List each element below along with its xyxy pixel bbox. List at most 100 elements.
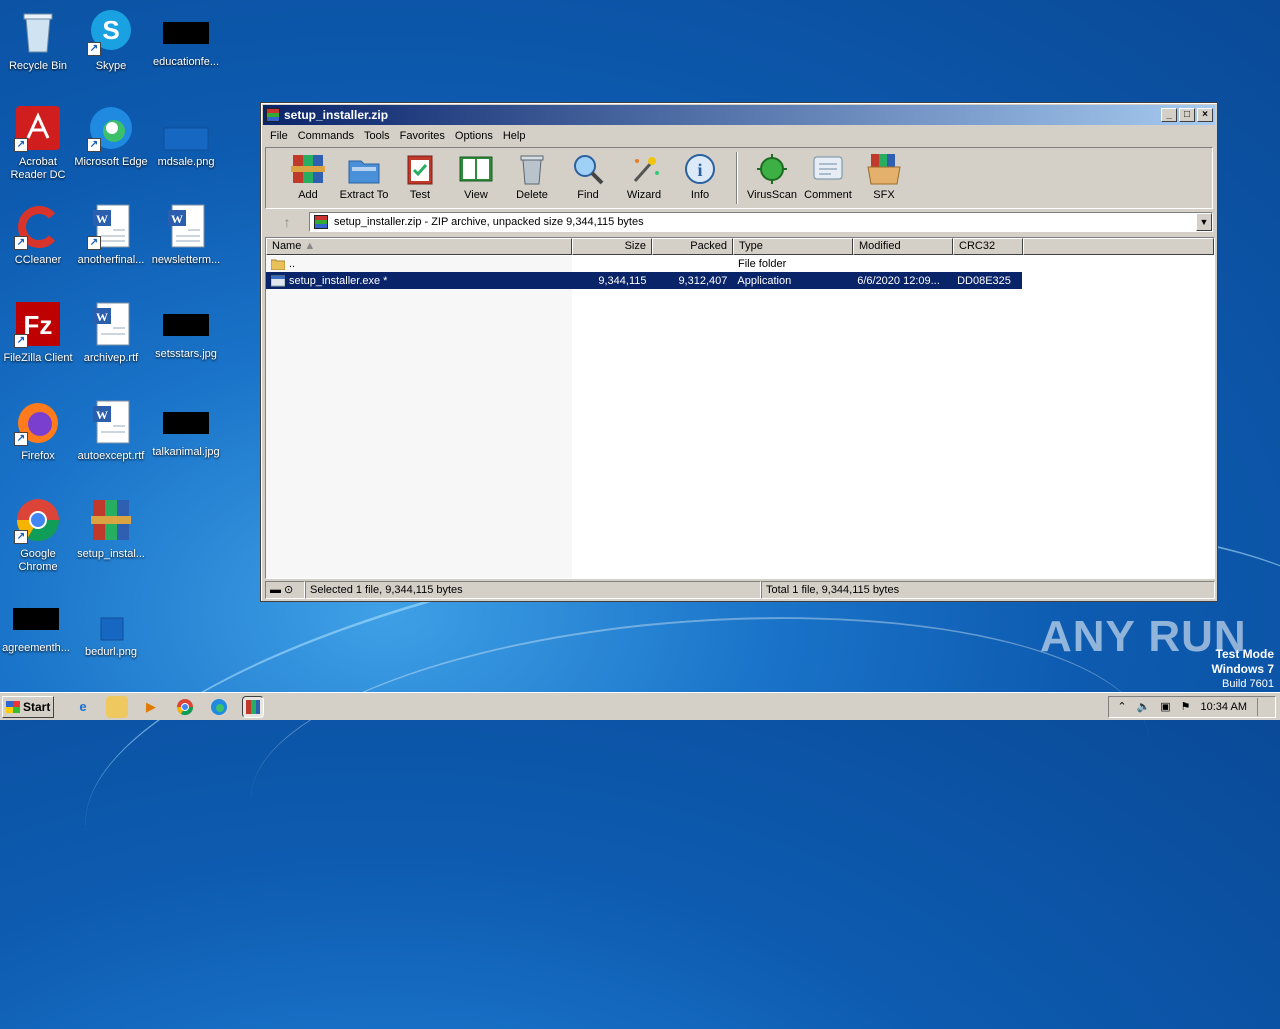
desktop-icon-edge[interactable]: ↗ Microsoft Edge — [73, 104, 149, 169]
edge-taskbar-icon[interactable] — [208, 696, 230, 718]
action-center-flag-icon[interactable]: ⚑ — [1181, 700, 1191, 713]
book-icon — [459, 153, 493, 185]
view-button[interactable]: View — [448, 148, 504, 201]
skype-icon: S ↗ — [87, 8, 135, 56]
desktop-icon-agreementh[interactable]: agreementh... — [0, 594, 74, 655]
column-header-type[interactable]: Type — [733, 238, 853, 255]
svg-text:W: W — [171, 212, 183, 226]
window-title: setup_installer.zip — [284, 108, 389, 122]
test-button[interactable]: Test — [392, 148, 448, 201]
folder-extract-icon — [347, 153, 381, 185]
desktop-icon-bedurl[interactable]: bedurl.png — [73, 594, 149, 659]
svg-text:W: W — [96, 408, 108, 422]
network-icon[interactable]: ▣ — [1160, 700, 1170, 713]
magic-wand-icon — [627, 153, 661, 185]
file-list[interactable]: Name ▲ Size Packed Type Modified CRC32 .… — [265, 237, 1215, 579]
desktop-icon-mdsale[interactable]: mdsale.png — [148, 104, 224, 169]
filezilla-icon: Fz ↗ — [14, 300, 62, 348]
clock[interactable]: 10:34 AM — [1201, 701, 1247, 713]
menu-tools[interactable]: Tools — [359, 130, 395, 142]
sfx-button[interactable]: SFX — [856, 148, 912, 201]
ccleaner-icon: ↗ — [14, 202, 62, 250]
magnifier-icon — [571, 153, 605, 185]
file-thumbnail-icon — [163, 22, 209, 44]
winrar-taskbar-icon[interactable] — [242, 695, 264, 718]
desktop-icon-setsstars[interactable]: setsstars.jpg — [148, 300, 224, 361]
sort-ascending-icon: ▲ — [304, 240, 316, 252]
add-icon — [291, 153, 325, 185]
chrome-taskbar-icon[interactable] — [174, 696, 196, 718]
zip-archive-icon — [314, 215, 328, 229]
sfx-box-icon — [867, 153, 901, 185]
media-player-icon[interactable]: ▶ — [140, 696, 162, 718]
desktop-icon-firefox[interactable]: ↗ Firefox — [0, 398, 76, 463]
column-header-size[interactable]: Size — [572, 238, 652, 255]
drive-icon[interactable]: ▬ ⊙ — [265, 581, 305, 599]
desktop-icon-newsletterm[interactable]: W newsletterm... — [148, 202, 224, 267]
table-row-selected[interactable]: setup_installer.exe * 9,344,115 9,312,40… — [266, 272, 1022, 289]
title-bar[interactable]: setup_installer.zip _ □ × — [263, 105, 1215, 125]
virusscan-button[interactable]: VirusScan — [744, 148, 800, 201]
close-button[interactable]: × — [1197, 108, 1213, 122]
menu-options[interactable]: Options — [450, 130, 498, 142]
info-button[interactable]: i Info — [672, 148, 728, 201]
column-header-modified[interactable]: Modified — [853, 238, 953, 255]
clipboard-check-icon — [403, 153, 437, 185]
delete-button[interactable]: Delete — [504, 148, 560, 201]
desktop-icon-skype[interactable]: S ↗ Skype — [73, 8, 149, 73]
word-document-icon: W ↗ — [87, 202, 135, 250]
menu-file[interactable]: File — [265, 130, 293, 142]
menu-help[interactable]: Help — [498, 130, 531, 142]
menu-bar: File Commands Tools Favorites Options He… — [261, 127, 1217, 145]
word-document-icon: W — [87, 300, 135, 348]
add-button[interactable]: Add — [280, 148, 336, 201]
wizard-button[interactable]: Wizard — [616, 148, 672, 201]
menu-favorites[interactable]: Favorites — [395, 130, 450, 142]
desktop-icon-ccleaner[interactable]: ↗ CCleaner — [0, 202, 76, 267]
minimize-button[interactable]: _ — [1161, 108, 1177, 122]
desktop-icon-acrobat[interactable]: ↗ Acrobat Reader DC — [0, 104, 76, 182]
desktop-icon-chrome[interactable]: ↗ Google Chrome — [0, 496, 76, 574]
file-thumbnail-icon — [163, 412, 209, 434]
file-explorer-icon[interactable] — [106, 695, 128, 718]
svg-text:i: i — [697, 160, 702, 180]
svg-text:W: W — [96, 310, 108, 324]
status-selected: Selected 1 file, 9,344,115 bytes — [305, 581, 761, 599]
start-button[interactable]: Start — [2, 695, 54, 718]
desktop-icon-talkanimal[interactable]: talkanimal.jpg — [148, 398, 224, 459]
desktop-icon-filezilla[interactable]: Fz ↗ FileZilla Client — [0, 300, 76, 365]
show-desktop-button[interactable] — [1257, 697, 1267, 716]
archive-path-field[interactable]: setup_installer.zip - ZIP archive, unpac… — [309, 212, 1213, 232]
desktop-icon-setup-installer[interactable]: setup_instal... — [73, 496, 149, 561]
volume-icon[interactable]: 🔈 — [1137, 700, 1151, 713]
winrar-window[interactable]: setup_installer.zip _ □ × File Commands … — [260, 102, 1218, 602]
winrar-icon — [266, 108, 280, 122]
image-file-icon — [162, 104, 210, 152]
up-arrow-icon[interactable]: ↑ — [265, 214, 309, 230]
desktop-icon-archivep[interactable]: W archivep.rtf — [73, 300, 149, 365]
desktop-icon-anotherfinal[interactable]: W ↗ anotherfinal... — [73, 202, 149, 267]
column-header-packed[interactable]: Packed — [652, 238, 733, 255]
table-row[interactable]: .. File folder — [266, 255, 1214, 272]
column-header-name[interactable]: Name ▲ — [266, 238, 572, 255]
folder-up-icon — [271, 259, 285, 270]
maximize-button[interactable]: □ — [1179, 108, 1195, 122]
virus-icon — [755, 153, 789, 185]
column-header-crc32[interactable]: CRC32 — [953, 238, 1023, 255]
menu-commands[interactable]: Commands — [293, 130, 359, 142]
internet-explorer-icon[interactable]: e — [72, 696, 94, 718]
status-total: Total 1 file, 9,344,115 bytes — [761, 581, 1215, 599]
comment-button[interactable]: Comment — [800, 148, 856, 201]
desktop-icon-educationfe[interactable]: educationfe... — [148, 8, 224, 69]
chevron-up-icon[interactable]: ⌃ — [1117, 700, 1126, 713]
extract-to-button[interactable]: Extract To — [336, 148, 392, 201]
desktop-icon-recycle-bin[interactable]: Recycle Bin — [0, 8, 76, 73]
path-bar: ↑ setup_installer.zip - ZIP archive, unp… — [265, 211, 1213, 233]
chevron-down-icon[interactable]: ▼ — [1196, 213, 1212, 231]
desktop-icon-autoexcept[interactable]: W autoexcept.rtf — [73, 398, 149, 463]
system-tray: ⌃ 🔈 ▣ ⚑ 10:34 AM — [1108, 695, 1276, 718]
find-button[interactable]: Find — [560, 148, 616, 201]
column-headers: Name ▲ Size Packed Type Modified CRC32 — [266, 238, 1214, 255]
word-document-icon: W — [87, 398, 135, 446]
winrar-icon — [87, 496, 135, 544]
